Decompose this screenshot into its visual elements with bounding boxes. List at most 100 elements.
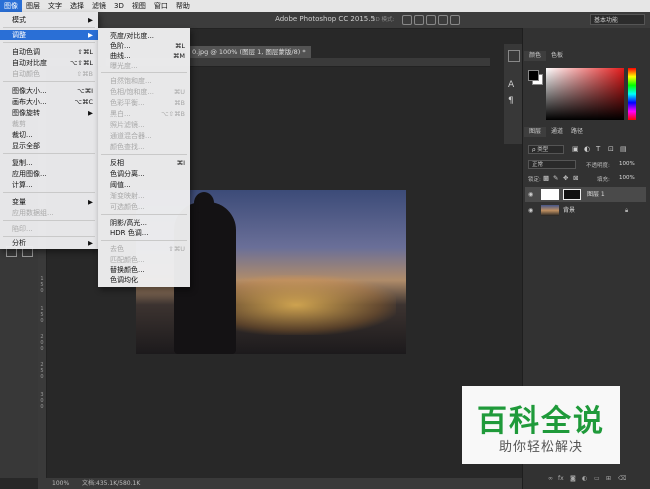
3d-rotate-icon[interactable]	[402, 15, 412, 25]
menu-item-equalize[interactable]: 色调均化	[98, 275, 190, 285]
new-layer-icon[interactable]: ⊞	[606, 475, 611, 482]
add-mask-icon[interactable]: ◙	[570, 475, 576, 482]
adjustment-layer-icon[interactable]: ◐	[582, 475, 587, 482]
paragraph-icon[interactable]: ¶	[508, 96, 514, 106]
menu-layer[interactable]: 图层	[22, 0, 44, 12]
document-tab[interactable]: 0.jpg @ 100% (图层 1, 图层蒙版/8) *	[186, 46, 311, 58]
3d-slide-icon[interactable]	[438, 15, 448, 25]
menu-item-label: 去色	[110, 245, 124, 253]
link-layers-icon[interactable]: ∞	[548, 475, 553, 482]
submenu-arrow-icon: ▶	[88, 16, 93, 24]
layer-thumbnail	[541, 189, 559, 200]
menu-item-analysis[interactable]: 分析 ▶	[0, 238, 98, 248]
tab-color[interactable]: 颜色	[524, 51, 547, 61]
menu-item-canvas-size[interactable]: 画布大小... ⌥⌘C	[0, 97, 98, 107]
3d-drag-icon[interactable]	[426, 15, 436, 25]
menu-item-hdr-toning[interactable]: HDR 色调...	[98, 228, 190, 238]
layer-row-1[interactable]: ◉ 图层 1	[525, 187, 646, 202]
lock-all-icon[interactable]: ⊠	[573, 174, 578, 182]
menu-item-image-size[interactable]: 图像大小... ⌥⌘I	[0, 86, 98, 96]
document-info[interactable]: 文档:435.1K/580.1K	[82, 478, 140, 489]
menu-item-label: 图像旋转	[12, 109, 40, 117]
lock-pixels-icon[interactable]: ✎	[553, 174, 558, 182]
layer-mask-thumbnail[interactable]	[563, 189, 581, 200]
layer-name[interactable]: 图层 1	[587, 187, 605, 202]
tab-channels[interactable]: 通道	[546, 127, 568, 137]
menu-item-replace-color[interactable]: 替换颜色...	[98, 265, 190, 275]
3d-roll-icon[interactable]	[414, 15, 424, 25]
history-icon[interactable]	[508, 50, 520, 62]
opacity-value[interactable]: 100%	[619, 161, 635, 167]
filter-pixel-icon[interactable]: ▣	[572, 145, 579, 153]
menu-3d[interactable]: 3D	[110, 0, 128, 12]
menu-item-label: 自动色调	[12, 48, 40, 56]
filter-shape-icon[interactable]: ⊡	[608, 145, 614, 153]
menu-item-label: 亮度/对比度...	[110, 32, 155, 40]
blend-mode-select[interactable]: 正常	[528, 160, 576, 169]
tab-layers[interactable]: 图层	[524, 127, 547, 137]
lock-transparency-icon[interactable]: ▩	[543, 174, 549, 182]
menu-item-variables[interactable]: 变量 ▶	[0, 197, 98, 207]
3d-scale-icon[interactable]	[450, 15, 460, 25]
menu-filter[interactable]: 滤镜	[88, 0, 110, 12]
foreground-color[interactable]	[528, 70, 539, 81]
eye-icon[interactable]: ◉	[528, 187, 533, 202]
character-icon[interactable]: A	[508, 80, 514, 90]
tab-swatches[interactable]: 色板	[546, 51, 568, 61]
tab-paths[interactable]: 路径	[566, 127, 588, 137]
menu-help[interactable]: 帮助	[172, 0, 194, 12]
menu-window[interactable]: 窗口	[150, 0, 172, 12]
menu-item-invert[interactable]: 反相 ⌘I	[98, 158, 190, 168]
menu-item-calculations[interactable]: 计算...	[0, 180, 98, 190]
menu-image[interactable]: 图像	[0, 0, 22, 12]
menu-separator	[3, 236, 95, 237]
menu-item-threshold[interactable]: 阈值...	[98, 180, 190, 190]
trash-icon[interactable]: ⌫	[618, 475, 626, 482]
menu-shortcut: ⇧⌘L	[77, 48, 93, 56]
menu-item-apply-image[interactable]: 应用图像...	[0, 169, 98, 179]
3d-mode-label: 3D 模式:	[372, 17, 395, 23]
fx-icon[interactable]: fx	[558, 475, 564, 482]
layer-filter-kind[interactable]: ρ 类型	[528, 145, 564, 154]
menu-separator	[101, 214, 187, 215]
layer-name[interactable]: 背景	[563, 203, 575, 218]
menu-item-posterize[interactable]: 色调分离...	[98, 169, 190, 179]
menu-item-auto-contrast[interactable]: 自动对比度 ⌥⇧⌘L	[0, 58, 98, 68]
menu-item-adjustments[interactable]: 调整 ▶	[0, 30, 98, 40]
layer-row-background[interactable]: ◉ 背景 🔒︎	[525, 203, 646, 218]
menu-item-trim[interactable]: 裁切...	[0, 130, 98, 140]
filter-smart-icon[interactable]: ▤	[620, 145, 627, 153]
person-head	[194, 192, 214, 214]
color-field[interactable]	[546, 68, 624, 120]
fill-label: 填充:	[597, 177, 610, 183]
fill-value[interactable]: 100%	[619, 175, 635, 181]
group-icon[interactable]: ▭	[594, 475, 600, 482]
zoom-level[interactable]: 100%	[52, 478, 69, 489]
menu-shortcut: ⌘L	[174, 42, 185, 50]
menu-item-label: 自动颜色	[12, 70, 40, 78]
menu-item-vibrance: 自然饱和度...	[98, 76, 190, 86]
filter-type-icon[interactable]: T	[596, 145, 600, 153]
menu-item-reveal-all[interactable]: 显示全部	[0, 141, 98, 151]
lock-position-icon[interactable]: ✥	[563, 174, 568, 182]
filter-adjust-icon[interactable]: ◐	[584, 145, 590, 153]
eye-icon[interactable]: ◉	[528, 203, 533, 218]
menu-item-shadows-highlights[interactable]: 阴影/高光...	[98, 218, 190, 228]
workspace-select[interactable]: 基本功能	[590, 14, 645, 25]
menu-item-brightness-contrast[interactable]: 亮度/对比度...	[98, 31, 190, 41]
menu-item-image-rotation[interactable]: 图像旋转 ▶	[0, 108, 98, 118]
menu-type[interactable]: 文字	[44, 0, 66, 12]
submenu-arrow-icon: ▶	[88, 31, 93, 39]
layer-thumbnail	[541, 205, 559, 216]
menu-item-trap: 陷印...	[0, 224, 98, 234]
menu-item-curves[interactable]: 曲线... ⌘M	[98, 51, 190, 61]
menu-item-auto-tone[interactable]: 自动色调 ⇧⌘L	[0, 47, 98, 57]
menu-view[interactable]: 视图	[128, 0, 150, 12]
menu-select[interactable]: 选择	[66, 0, 88, 12]
menu-item-mode[interactable]: 模式 ▶	[0, 15, 98, 25]
hue-slider[interactable]	[628, 68, 636, 120]
fg-bg-swatch[interactable]	[528, 70, 543, 85]
menu-item-duplicate[interactable]: 复制...	[0, 158, 98, 168]
menu-item-levels[interactable]: 色阶... ⌘L	[98, 41, 190, 51]
menu-shortcut: ⌘I	[176, 159, 185, 167]
